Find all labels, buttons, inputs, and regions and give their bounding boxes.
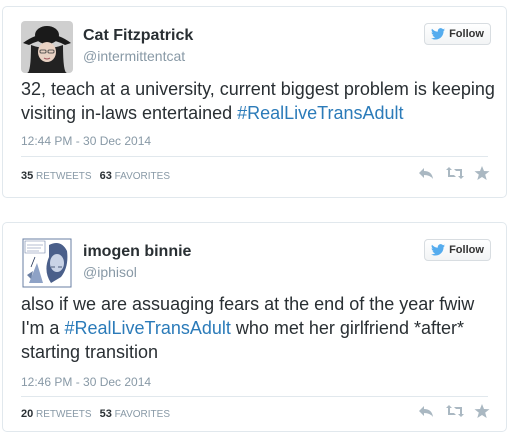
follow-button[interactable]: Follow: [424, 239, 491, 261]
divider: [21, 396, 488, 397]
timestamp[interactable]: 12:46 PM - 30 Dec 2014: [21, 375, 151, 389]
follow-label: Follow: [449, 28, 484, 40]
reply-icon[interactable]: [418, 403, 434, 419]
favorite-star-icon[interactable]: [474, 165, 490, 181]
tweet-text: also if we are assuaging fears at the en…: [21, 292, 501, 364]
screen-name[interactable]: @iphisol: [83, 264, 137, 280]
tweet-stats: 20 RETWEETS 53 FAVORITES: [21, 408, 170, 420]
display-name[interactable]: imogen binnie: [83, 243, 191, 261]
follow-label: Follow: [449, 244, 484, 256]
hashtag-link[interactable]: #RealLiveTransAdult: [237, 103, 403, 123]
favorite-star-icon[interactable]: [474, 403, 490, 419]
favorite-count[interactable]: 53 FAVORITES: [100, 408, 170, 420]
screen-name[interactable]: @intermittentcat: [83, 48, 185, 64]
timestamp[interactable]: 12:44 PM - 30 Dec 2014: [21, 134, 151, 148]
twitter-bird-icon: [431, 244, 446, 256]
retweet-count-value: 20: [21, 408, 34, 420]
hashtag-link[interactable]: #RealLiveTransAdult: [64, 318, 230, 338]
retweet-count-value: 35: [21, 170, 34, 182]
retweet-icon[interactable]: [446, 403, 464, 419]
reply-icon[interactable]: [418, 165, 434, 181]
favorite-count-value: 63: [99, 170, 112, 182]
tweet-text: 32, teach at a university, current bigge…: [21, 77, 501, 125]
favorite-count-label: FAVORITES: [114, 409, 171, 420]
favorite-count[interactable]: 63 FAVORITES: [100, 170, 170, 182]
favorite-count-value: 53: [99, 408, 112, 420]
retweet-count-label: RETWEETS: [36, 171, 92, 182]
tweet-stats: 35 RETWEETS 63 FAVORITES: [21, 170, 170, 182]
retweet-count[interactable]: 35 RETWEETS: [21, 170, 92, 182]
tweet-actions: [418, 165, 490, 181]
avatar[interactable]: [21, 237, 73, 289]
retweet-icon[interactable]: [446, 165, 464, 181]
display-name[interactable]: Cat Fitzpatrick: [83, 27, 193, 45]
twitter-bird-icon: [431, 28, 446, 40]
follow-button[interactable]: Follow: [424, 23, 491, 45]
retweet-count-label: RETWEETS: [36, 409, 92, 420]
retweet-count[interactable]: 20 RETWEETS: [21, 408, 92, 420]
avatar[interactable]: [21, 21, 73, 73]
tweet-card: imogen binnie @iphisol Follow also if we…: [2, 222, 507, 432]
favorite-count-label: FAVORITES: [114, 171, 171, 182]
tweet-actions: [418, 403, 490, 419]
tweet-card: Cat Fitzpatrick @intermittentcat Follow …: [2, 6, 507, 198]
divider: [21, 156, 488, 157]
